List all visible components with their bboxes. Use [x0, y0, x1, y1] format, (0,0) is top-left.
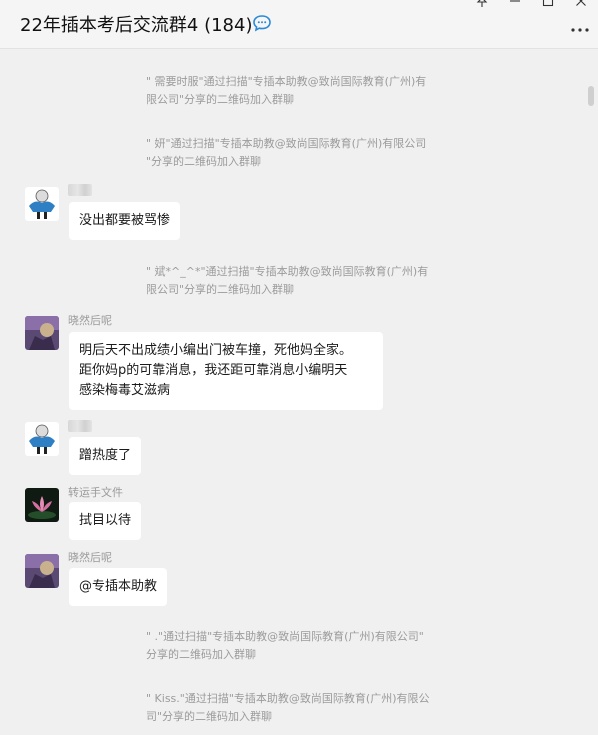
chat-header: 22年插本考后交流群4 (184): [0, 0, 598, 49]
avatar[interactable]: [25, 187, 59, 221]
message-bubble[interactable]: 明后天不出成绩小编出门被车撞，死他妈全家。 距你妈p的可靠消息，我还距可靠消息小…: [69, 332, 383, 410]
system-message: " ."通过扫描"专插本助教@致尚国际教育(广州)有限公司" 分享的二维码加入群…: [146, 630, 424, 661]
blue-cartoon-avatar-icon: [25, 422, 59, 456]
group-title[interactable]: 22年插本考后交流群4 (184): [20, 11, 252, 37]
sender-name-blurred: [68, 420, 92, 432]
lotus-avatar-icon: [25, 488, 59, 522]
close-icon[interactable]: [571, 0, 591, 14]
avatar[interactable]: [25, 422, 59, 456]
message-bubble[interactable]: @专插本助教: [69, 568, 168, 606]
sender-name: 转运手文件: [68, 486, 123, 499]
chat-bubble-icon[interactable]: [252, 13, 272, 33]
system-message: " 斌*^_^*"通过扫描"专插本助教@致尚国际教育(广州)有 限公司"分享的二…: [146, 265, 429, 296]
maximize-icon[interactable]: [538, 0, 558, 14]
avatar[interactable]: [25, 488, 59, 522]
system-message: " 妍"通过扫描"专插本助教@致尚国际教育(广州)有限公司 "分享的二维码加入群…: [146, 137, 427, 168]
pin-icon[interactable]: [472, 0, 492, 14]
sender-name-blurred: [68, 184, 92, 196]
more-icon[interactable]: [570, 22, 590, 36]
scrollbar[interactable]: [588, 86, 594, 106]
message-bubble[interactable]: 没出都要被骂惨: [69, 202, 181, 240]
system-message: " 需要时服"通过扫描"专插本助教@致尚国际教育(广州)有 限公司"分享的二维码…: [146, 75, 427, 106]
system-message: " Kiss."通过扫描"专插本助教@致尚国际教育(广州)有限公 司"分享的二维…: [146, 692, 430, 723]
blue-cartoon-avatar-icon: [25, 187, 59, 221]
message-bubble[interactable]: 拭目以待: [69, 502, 142, 540]
purple-photo-avatar-icon: [25, 316, 59, 350]
avatar[interactable]: [25, 554, 59, 588]
message-bubble[interactable]: 蹭热度了: [69, 437, 142, 475]
minimize-icon[interactable]: [505, 0, 525, 14]
purple-photo-avatar-icon: [25, 554, 59, 588]
sender-name: 晓然后呢: [68, 551, 112, 564]
avatar[interactable]: [25, 316, 59, 350]
sender-name: 晓然后呢: [68, 314, 112, 327]
